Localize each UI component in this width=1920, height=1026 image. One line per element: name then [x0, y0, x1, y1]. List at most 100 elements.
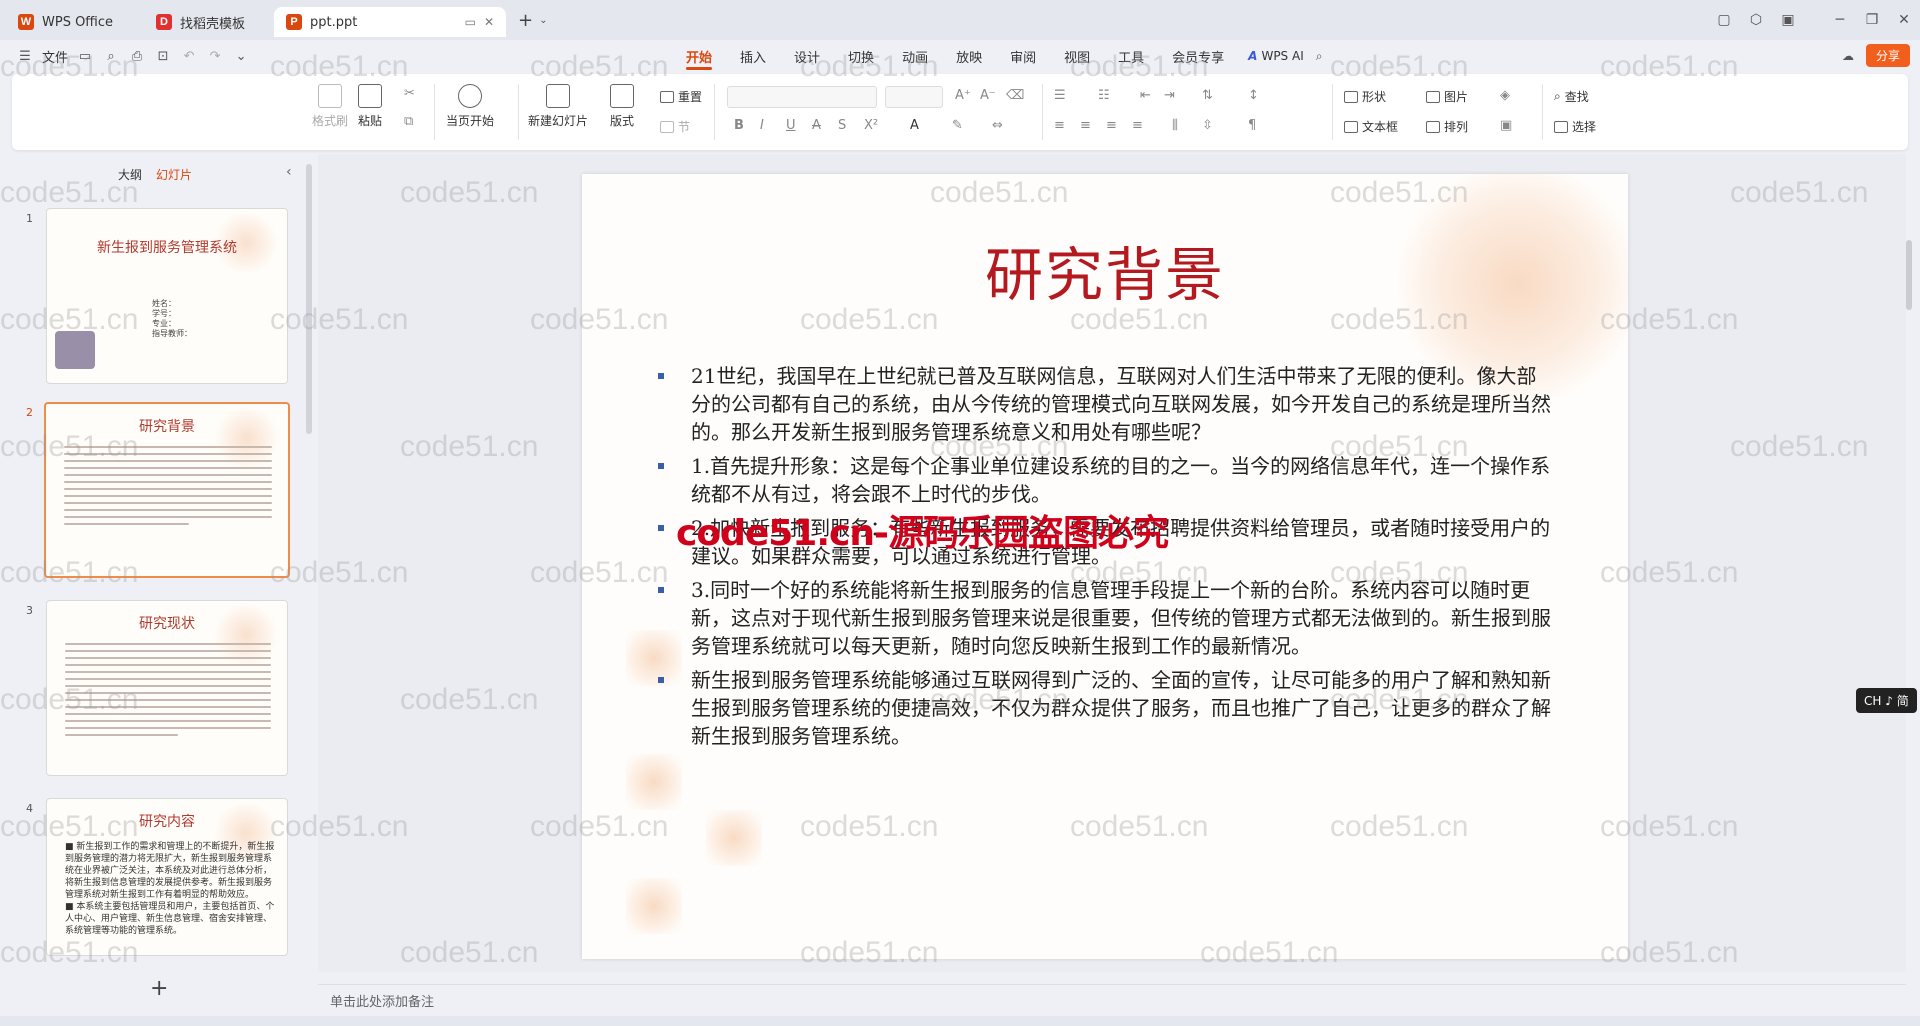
bullet-list-icon[interactable]: ☰ — [1054, 88, 1066, 103]
tab-view[interactable]: 视图 — [1050, 40, 1104, 72]
restore-icon[interactable]: ❐ — [1856, 12, 1888, 28]
tab-animations[interactable]: 动画 — [888, 40, 942, 72]
tab-home[interactable]: 开始 — [672, 40, 726, 72]
align-right-icon[interactable]: ≡ — [1106, 118, 1117, 133]
paste-button[interactable]: 粘贴 — [358, 84, 382, 129]
layout-button[interactable]: 版式 — [610, 84, 634, 129]
menu-icon[interactable]: ☰ — [16, 49, 34, 64]
tab-slides[interactable]: 幻灯片 — [156, 166, 192, 183]
tab-member[interactable]: 会员专享 — [1158, 40, 1238, 72]
file-menu[interactable]: 文件 — [42, 47, 68, 66]
cloud-sync-icon[interactable]: ☁ — [1842, 49, 1854, 63]
font-family-select[interactable] — [727, 86, 877, 108]
tab-review[interactable]: 审阅 — [996, 40, 1050, 72]
minimize-icon[interactable]: ─ — [1824, 12, 1856, 28]
slide-2-editor[interactable]: 研究背景 21世纪，我国早在上世纪就已普及互联网信息，互联网对人们生活中带来了无… — [582, 174, 1628, 959]
print-icon[interactable]: ⎙ — [128, 49, 146, 64]
notes-pane[interactable]: 单击此处添加备注 — [318, 984, 1906, 1014]
shape-button[interactable]: 形状 — [1344, 88, 1386, 105]
highlight-icon[interactable]: ✎ — [952, 118, 963, 133]
tab-tools[interactable]: 工具 — [1104, 40, 1158, 72]
tab-wps-office[interactable]: W WPS Office — [6, 7, 144, 37]
customize-chevron-icon[interactable]: ⌄ — [232, 49, 250, 64]
layout-icon[interactable]: ▢ — [1708, 12, 1740, 28]
tab-insert[interactable]: 插入 — [726, 40, 780, 72]
font-size-select[interactable] — [885, 86, 943, 108]
increase-indent-icon[interactable]: ⇥ — [1164, 88, 1175, 103]
search-icon[interactable]: ⌕ — [1316, 49, 1323, 64]
close-tab-icon[interactable]: ✕ — [484, 15, 494, 29]
numbered-list-icon[interactable]: ☷ — [1098, 88, 1110, 103]
arrange-button[interactable]: 排列 — [1426, 118, 1468, 135]
shape-label: 形状 — [1362, 90, 1387, 104]
reset-button[interactable]: 重置 — [660, 88, 702, 105]
cube-icon[interactable]: ⬡ — [1740, 12, 1772, 28]
textbox-button[interactable]: 文本框 — [1344, 118, 1398, 135]
print-preview-icon[interactable]: ⊡ — [154, 49, 172, 64]
share-button[interactable]: 分享 — [1865, 44, 1910, 67]
section-button[interactable]: 节 — [660, 118, 690, 135]
slide-title[interactable]: 研究背景 — [582, 228, 1628, 312]
play-from-current-button[interactable]: 当页开始 — [446, 84, 494, 129]
tab-docer-template[interactable]: D 找稻壳模板 — [144, 7, 274, 37]
underline-icon[interactable]: U — [786, 118, 796, 133]
picture-button[interactable]: 图片 — [1426, 88, 1468, 105]
canvas-scrollbar[interactable] — [1906, 240, 1912, 310]
tab-slideshow[interactable]: 放映 — [942, 40, 996, 72]
tab-list-chevron-icon[interactable]: ⌄ — [539, 15, 547, 26]
decrease-indent-icon[interactable]: ⇤ — [1140, 88, 1151, 103]
save-icon[interactable]: ▭ — [76, 49, 94, 64]
tab-ppt-file[interactable]: P ppt.ppt ▭ ✕ — [274, 7, 506, 37]
shadow-icon[interactable]: S — [838, 118, 846, 133]
add-slide-button[interactable]: + — [150, 976, 168, 1001]
line-spacing-icon[interactable]: ↕ — [1248, 88, 1259, 103]
redo-icon[interactable]: ↷ — [206, 49, 224, 64]
italic-icon[interactable]: I — [760, 118, 764, 133]
align-center-icon[interactable]: ≡ — [1080, 118, 1091, 133]
slide-thumbnail-4[interactable]: 研究内容 ■ 新生报到工作的需求和管理上的不断提升，新生报到服务管理的潜力将无限… — [46, 798, 288, 956]
avatar-icon[interactable]: ▣ — [1772, 12, 1804, 28]
collapse-panel-icon[interactable]: ‹ — [286, 164, 292, 180]
cut-icon[interactable]: ✂ — [404, 86, 415, 101]
copy-icon[interactable]: ⧉ — [404, 114, 413, 129]
paragraph-icon[interactable]: ¶ — [1248, 118, 1256, 133]
format-painter-button[interactable]: 格式刷 — [312, 84, 348, 129]
decrease-font-icon[interactable]: A⁻ — [980, 88, 996, 103]
font-color-icon[interactable]: A — [910, 118, 919, 133]
tab-outline[interactable]: 大纲 — [118, 166, 142, 183]
wps-ai-button[interactable]: A WPS AI — [1248, 49, 1304, 63]
tab-transitions[interactable]: 切换 — [834, 40, 888, 72]
bold-icon[interactable]: B — [734, 118, 744, 133]
undo-icon[interactable]: ↶ — [180, 49, 198, 64]
vertical-align-icon[interactable]: ⇳ — [1202, 118, 1213, 133]
fill-icon[interactable]: ◈ — [1500, 88, 1510, 103]
new-slide-button[interactable]: 新建幻灯片 — [528, 84, 588, 129]
decoration — [626, 878, 682, 934]
window-mode-icon[interactable]: ▭ — [465, 15, 476, 29]
slide-thumbnail-2[interactable]: 研究背景 — [44, 402, 290, 578]
tab-design[interactable]: 设计 — [780, 40, 834, 72]
slide-thumbnail-1[interactable]: 新生报到服务管理系统 姓名： 学号： 专业： 指导教师： — [46, 208, 288, 384]
char-spacing-icon[interactable]: ⇔ — [992, 118, 1003, 133]
justify-icon[interactable]: ≡ — [1132, 118, 1143, 133]
ime-indicator[interactable]: CH ♪ 简 — [1856, 688, 1917, 713]
increase-font-icon[interactable]: A⁺ — [955, 88, 971, 103]
strikethrough-icon[interactable]: A — [812, 118, 821, 133]
shape-icon — [1344, 90, 1358, 103]
slide-body[interactable]: 21世纪，我国早在上世纪就已普及互联网信息，互联网对人们生活中带来了无限的便利。… — [654, 362, 1554, 756]
thumb-title: 研究背景 — [139, 419, 195, 435]
close-window-icon[interactable]: ✕ — [1888, 12, 1920, 28]
superscript-icon[interactable]: X² — [864, 118, 878, 133]
align-left-icon[interactable]: ≡ — [1054, 118, 1065, 133]
panel-scrollbar[interactable] — [306, 164, 312, 434]
columns-icon[interactable]: ⫼ — [1172, 118, 1178, 133]
outline-icon[interactable]: ▣ — [1500, 118, 1512, 133]
new-tab-button[interactable]: + — [518, 10, 533, 31]
ppt-file-icon: P — [286, 14, 302, 30]
select-button[interactable]: 选择 — [1554, 118, 1596, 135]
clear-format-icon[interactable]: ⌫ — [1006, 88, 1024, 103]
slide-thumbnail-3[interactable]: 研究现状 — [46, 600, 288, 776]
find-button[interactable]: ⌕ 查找 — [1554, 88, 1589, 105]
output-icon[interactable]: ⌕ — [102, 49, 120, 64]
text-direction-icon[interactable]: ⇅ — [1202, 88, 1213, 103]
